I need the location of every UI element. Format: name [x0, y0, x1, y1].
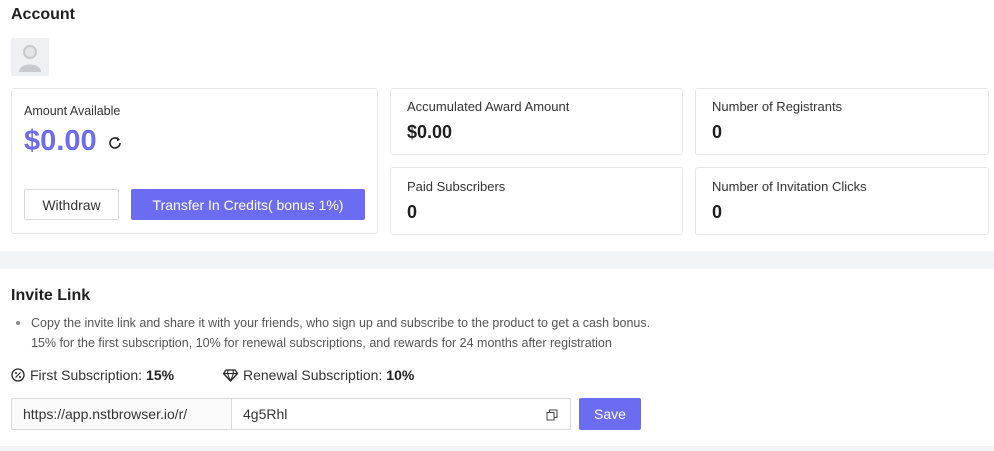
invite-rule-text: 15% for the first subscription, 10% for … [31, 336, 612, 350]
first-subscription-label: First Subscription: [30, 367, 143, 383]
stat-label: Paid Subscribers [407, 179, 506, 194]
account-title: Account [11, 6, 75, 23]
refresh-icon[interactable] [107, 135, 123, 151]
list-item: Copy the invite link and share it with y… [16, 315, 651, 335]
stat-value: 0 [407, 202, 418, 222]
renewal-subscription-label: Renewal Subscription: [243, 367, 383, 383]
list-item: 15% for the first subscription, 10% for … [31, 335, 650, 355]
invite-link-field: https://app.nstbrowser.io/r/ 4g5Rhl [11, 398, 571, 430]
accumulated-award-card: Accumulated Award Amount $0.00 [390, 88, 683, 155]
invitation-clicks-card: Number of Invitation Clicks 0 [695, 167, 989, 235]
renewal-subscription-info: Renewal Subscription: 10% [223, 367, 414, 383]
section-divider [0, 251, 994, 269]
paid-subscribers-card: Paid Subscribers 0 [390, 167, 683, 235]
stat-value: $0.00 [407, 122, 453, 142]
invite-rules-list: Copy the invite link and share it with y… [16, 315, 651, 355]
bullet-dot-icon [16, 321, 20, 325]
diamond-icon [223, 368, 238, 382]
stat-label: Accumulated Award Amount [407, 99, 570, 114]
stat-label: Number of Registrants [712, 99, 843, 114]
renewal-subscription-value: 10% [386, 367, 415, 383]
amount-value-text: $0.00 [24, 125, 97, 157]
invite-code-input[interactable]: 4g5Rhl [232, 399, 570, 429]
first-subscription-info: First Subscription: 15% [11, 367, 174, 383]
transfer-credits-button[interactable]: Transfer In Credits( bonus 1%) [131, 189, 365, 220]
first-subscription-value: 15% [146, 367, 175, 383]
withdraw-button[interactable]: Withdraw [24, 189, 119, 220]
invite-rule-text: Copy the invite link and share it with y… [31, 316, 651, 330]
copy-icon[interactable] [546, 408, 558, 426]
invite-link-prefix: https://app.nstbrowser.io/r/ [12, 399, 232, 429]
save-button[interactable]: Save [579, 398, 641, 430]
amount-available-card: Amount Available $0.00 Withdraw Transfer… [11, 88, 378, 234]
user-avatar-icon[interactable] [11, 38, 49, 76]
amount-available-label: Amount Available [24, 104, 121, 118]
stat-value: 0 [712, 122, 723, 142]
stat-value: 0 [712, 202, 723, 222]
percent-badge-icon [11, 368, 25, 382]
invite-link-title: Invite Link [11, 287, 91, 304]
amount-available-value: $0.00 [24, 125, 123, 158]
bottom-divider [0, 446, 994, 451]
registrants-card: Number of Registrants 0 [695, 88, 989, 155]
stat-label: Number of Invitation Clicks [712, 179, 867, 194]
